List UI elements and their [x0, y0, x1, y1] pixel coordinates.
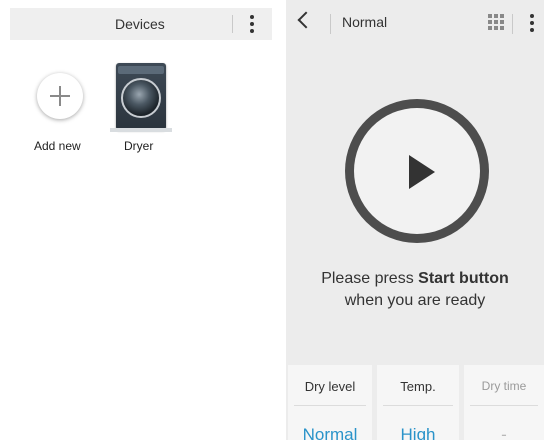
dryer-control-panel: [118, 66, 164, 74]
dryer-panel: Normal Please press Start button when yo…: [286, 0, 544, 440]
start-button-face: [354, 108, 480, 234]
grid-menu-icon[interactable]: [488, 14, 504, 30]
back-arrow-icon[interactable]: [297, 11, 315, 29]
page-title: Devices: [115, 16, 165, 32]
devices-header: Devices: [10, 8, 272, 40]
start-prompt-line2: when you are ready: [344, 292, 486, 309]
dryer-device[interactable]: [116, 63, 166, 130]
header-divider: [512, 14, 513, 34]
header-divider: [330, 14, 331, 34]
setting-title: Dry time: [481, 379, 527, 393]
prompt-text: Please press: [321, 270, 419, 287]
setting-value: -: [501, 425, 507, 440]
temp-setting[interactable]: Temp. High: [377, 365, 459, 440]
setting-divider: [470, 405, 538, 406]
prompt-emphasis: Start button: [418, 270, 509, 287]
add-new-button[interactable]: [37, 73, 83, 119]
dry-time-setting[interactable]: Dry time -: [464, 365, 544, 440]
more-options-icon[interactable]: [250, 15, 254, 33]
devices-panel: Devices Add new Dryer: [0, 0, 272, 440]
header-divider: [232, 15, 233, 33]
setting-title: Temp.: [400, 379, 436, 394]
setting-value: Normal: [302, 425, 358, 440]
start-prompt-line1: Please press Start button: [286, 270, 544, 288]
dryer-door-icon: [121, 78, 161, 118]
add-new-label: Add new: [34, 139, 81, 153]
setting-value: High: [400, 425, 436, 440]
play-icon: [409, 155, 435, 189]
setting-title: Dry level: [304, 379, 356, 394]
dry-level-setting[interactable]: Dry level Normal: [288, 365, 372, 440]
setting-divider: [383, 405, 453, 406]
start-button[interactable]: [345, 99, 489, 243]
dryer-label: Dryer: [124, 139, 154, 153]
more-options-icon[interactable]: [530, 14, 534, 32]
dryer-base: [110, 128, 172, 132]
setting-divider: [294, 405, 366, 406]
cycle-title: Normal: [342, 14, 388, 30]
